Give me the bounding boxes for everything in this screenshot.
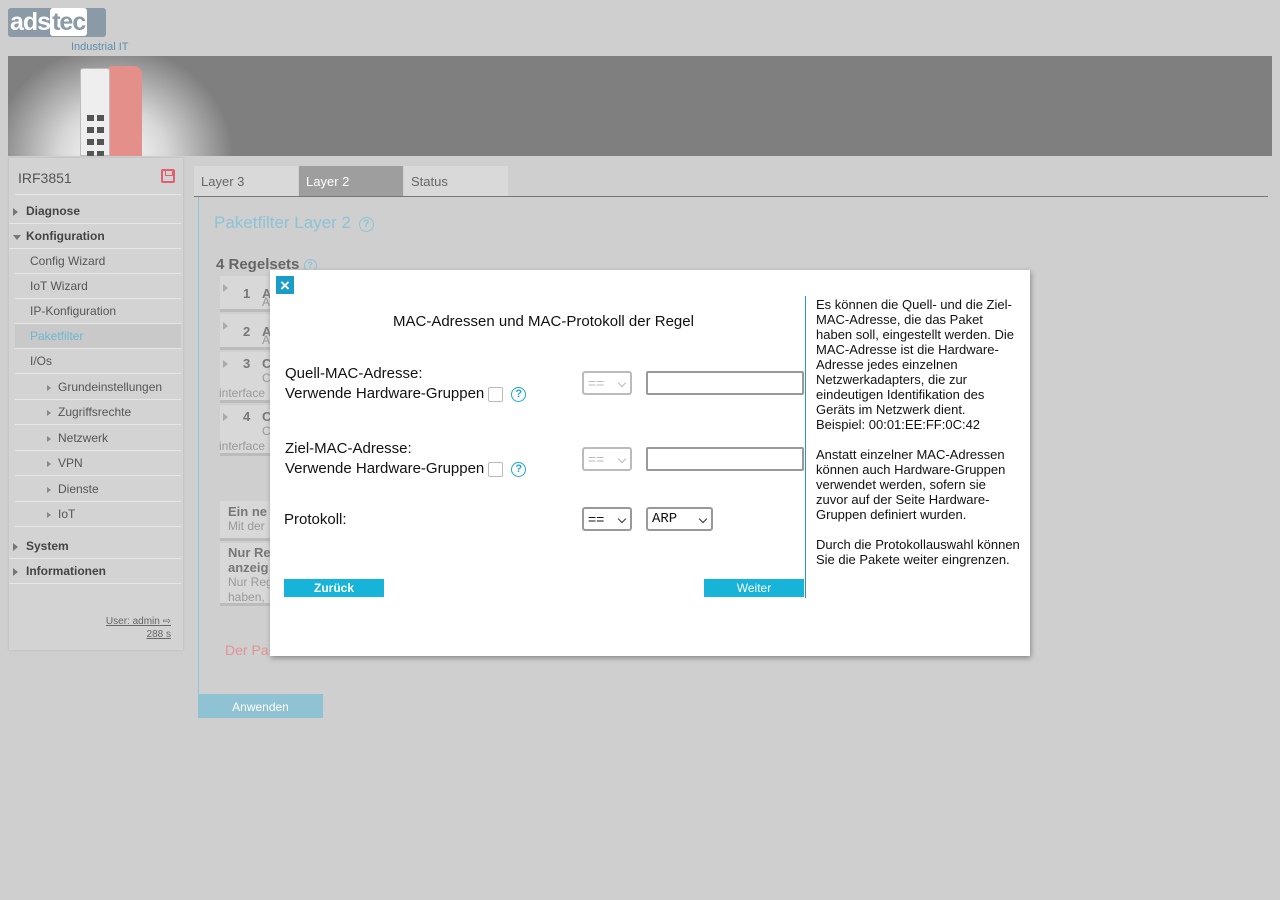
sidebar-item-iot-wizard[interactable]: IoT Wizard xyxy=(15,274,181,299)
protocol-label: Protokoll: xyxy=(284,511,347,528)
sidebar-item-konfiguration[interactable]: Konfiguration xyxy=(9,224,181,249)
help-icon[interactable]: ? xyxy=(358,217,374,232)
sidebar-item-netzwerk[interactable]: Netzwerk xyxy=(15,426,181,451)
collapse-icon xyxy=(13,235,21,240)
source-hw-group-checkbox[interactable] xyxy=(488,387,504,402)
expand-icon xyxy=(13,208,18,216)
sidebar-item-system[interactable]: System xyxy=(9,534,181,559)
logo-main: ads xyxy=(10,8,51,36)
logout-icon[interactable]: ⇨ xyxy=(163,616,171,627)
source-mac-input[interactable] xyxy=(646,371,804,395)
expand-icon xyxy=(13,568,18,576)
logo-accent: tec xyxy=(50,8,88,36)
sidebar-item-iot[interactable]: IoT xyxy=(15,502,181,527)
expand-icon xyxy=(223,322,228,330)
dialog-divider xyxy=(805,296,806,598)
target-mac-operator-select[interactable]: == xyxy=(582,447,632,471)
sidebar-item-grundeinstellungen[interactable]: Grundeinstellungen xyxy=(15,375,181,400)
sidebar-item-diagnose[interactable]: Diagnose xyxy=(9,199,181,224)
target-mac-input[interactable] xyxy=(646,447,804,471)
device-image xyxy=(80,66,142,156)
sidebar-item-vpn[interactable]: VPN xyxy=(15,451,181,476)
protocol-operator-select[interactable]: == xyxy=(582,507,632,531)
expand-icon xyxy=(47,461,51,467)
help-icon[interactable]: ? xyxy=(511,462,527,477)
source-mac-operator-select[interactable]: == xyxy=(582,371,632,395)
sidebar-item-dienste[interactable]: Dienste xyxy=(15,477,181,502)
expand-icon xyxy=(47,487,51,493)
adstec-logo: adstec Industrial IT xyxy=(8,8,138,56)
chevron-down-icon xyxy=(617,514,627,524)
expand-icon xyxy=(47,512,51,518)
sidebar-item-ios[interactable]: I/Os xyxy=(15,349,181,374)
warning-text: Der Pa xyxy=(225,642,269,658)
expand-icon xyxy=(223,284,228,292)
sidebar-item-zugriffsrechte[interactable]: Zugriffsrechte xyxy=(15,400,181,425)
source-mac-label: Quell-MAC-Adresse: Verwende Hardware-Gru… xyxy=(285,364,527,404)
device-name: IRF3851 xyxy=(18,170,72,186)
next-button[interactable]: Weiter xyxy=(704,579,804,597)
sidebar-item-config-wizard[interactable]: Config Wizard xyxy=(15,249,181,274)
save-icon[interactable] xyxy=(161,169,175,183)
logo-subtitle: Industrial IT xyxy=(71,41,129,53)
help-icon[interactable]: ? xyxy=(511,387,527,402)
apply-button[interactable]: Anwenden xyxy=(198,694,323,718)
back-button[interactable]: Zurück xyxy=(284,579,384,597)
expand-icon xyxy=(47,436,51,442)
rule-dialog: × MAC-Adressen und MAC-Protokoll der Reg… xyxy=(270,270,1030,656)
expand-icon xyxy=(47,410,51,416)
protocol-select[interactable]: ARP xyxy=(646,507,713,531)
tab-status[interactable]: Status xyxy=(404,166,508,196)
content-border xyxy=(198,197,199,697)
tab-layer-3[interactable]: Layer 3 xyxy=(194,166,298,196)
sidebar-item-informationen[interactable]: Informationen xyxy=(9,559,181,584)
close-icon[interactable]: × xyxy=(276,276,294,294)
target-hw-group-checkbox[interactable] xyxy=(488,462,504,477)
page-title: Paketfilter Layer 2 ? xyxy=(214,213,374,233)
session-timer: 288 s xyxy=(146,629,171,640)
user-link[interactable]: User: admin ⇨ xyxy=(106,615,171,628)
header-banner xyxy=(8,56,1272,156)
expand-icon xyxy=(223,360,228,368)
expand-icon xyxy=(13,543,18,551)
chevron-down-icon xyxy=(617,378,627,388)
sidebar: IRF3851 Diagnose Konfiguration Config Wi… xyxy=(9,158,183,650)
expand-icon xyxy=(47,385,51,391)
tab-divider xyxy=(194,196,1268,197)
sidebar-item-ip-konfiguration[interactable]: IP-Konfiguration xyxy=(15,299,181,324)
sidebar-item-paketfilter[interactable]: Paketfilter xyxy=(15,324,181,349)
dialog-title: MAC-Adressen und MAC-Protokoll der Regel xyxy=(393,313,694,330)
help-panel: Es können die Quell- und die Ziel-MAC-Ad… xyxy=(816,297,1020,567)
chevron-down-icon xyxy=(698,514,708,524)
tab-layer-2[interactable]: Layer 2 xyxy=(299,166,403,196)
target-mac-label: Ziel-MAC-Adresse: Verwende Hardware-Grup… xyxy=(285,439,527,479)
expand-icon xyxy=(223,413,228,421)
chevron-down-icon xyxy=(617,454,627,464)
